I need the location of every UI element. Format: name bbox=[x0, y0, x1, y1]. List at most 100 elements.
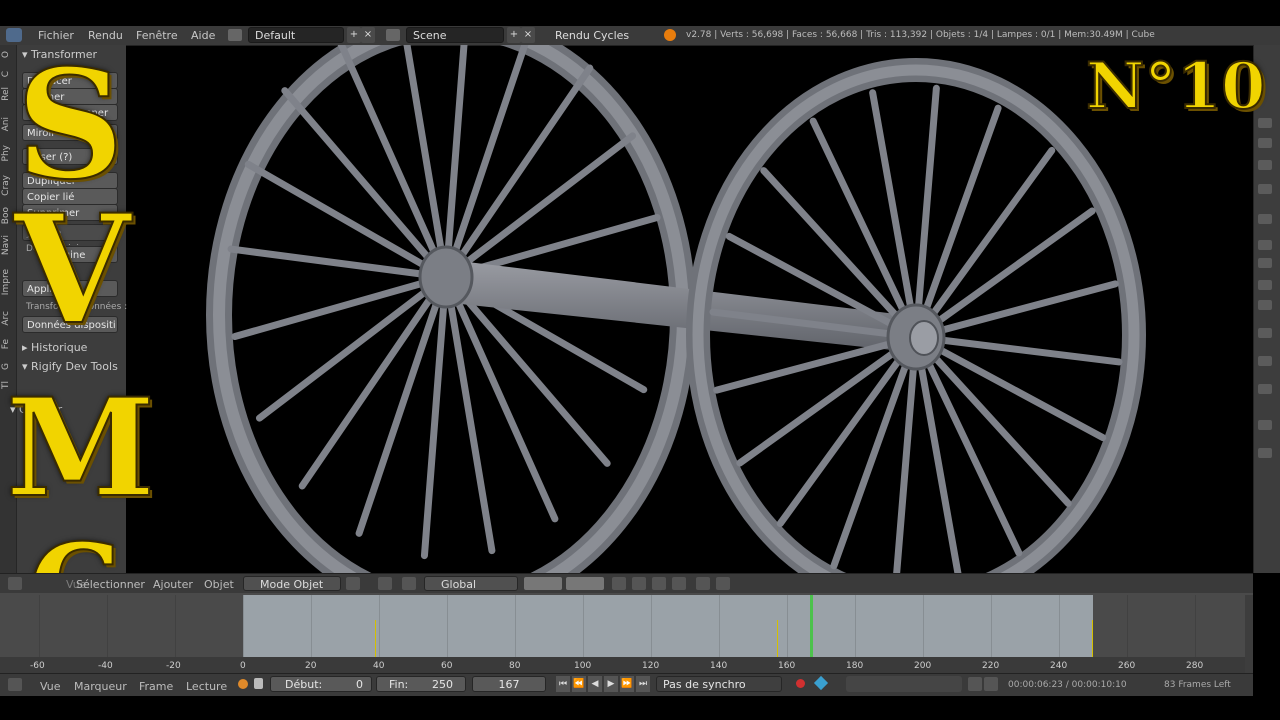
frame-range bbox=[243, 595, 1093, 658]
menu-ajouter[interactable]: Ajouter bbox=[153, 578, 193, 591]
snap-icon[interactable] bbox=[652, 577, 666, 590]
shading-icon[interactable] bbox=[346, 577, 360, 590]
frame-tick-label: 80 bbox=[509, 661, 521, 671]
frame-tick-label: 60 bbox=[441, 661, 453, 671]
shelf-icon-6[interactable] bbox=[1258, 240, 1272, 250]
jump-end-button[interactable]: ⏭ bbox=[636, 676, 650, 692]
remove-scene-button[interactable]: × bbox=[521, 27, 535, 43]
shelf-icon-11[interactable] bbox=[1258, 356, 1272, 366]
tab-create[interactable]: C bbox=[1, 71, 15, 77]
frame-tick-label: 220 bbox=[982, 661, 1000, 671]
manipulator-icon[interactable] bbox=[402, 577, 416, 590]
shelf-icon-5[interactable] bbox=[1258, 214, 1272, 224]
layout-selector[interactable]: Default bbox=[248, 27, 344, 43]
pivot-icon[interactable] bbox=[378, 577, 392, 590]
keying-icon[interactable] bbox=[238, 679, 248, 689]
insert-keyframe-icon[interactable] bbox=[968, 677, 982, 691]
remove-layout-button[interactable]: × bbox=[361, 27, 375, 43]
keyframe-marker bbox=[1092, 620, 1093, 658]
frame-tick-label: 160 bbox=[778, 661, 796, 671]
snap-target-icon[interactable] bbox=[672, 577, 686, 590]
render-engine-select[interactable]: Rendu Cycles bbox=[548, 27, 650, 43]
menu-frame[interactable]: Frame bbox=[139, 680, 173, 693]
start-frame-field[interactable]: Début: 0 bbox=[270, 676, 372, 692]
menu-aide[interactable]: Aide bbox=[191, 29, 215, 42]
record-icon[interactable] bbox=[796, 679, 805, 688]
frame-tick-label: 120 bbox=[642, 661, 660, 671]
shelf-icon-12[interactable] bbox=[1258, 384, 1272, 394]
frame-tick-label: -60 bbox=[30, 661, 45, 671]
tab-archimesh[interactable]: Arc bbox=[1, 311, 15, 326]
add-layout-button[interactable]: + bbox=[347, 27, 361, 43]
left-hub[interactable] bbox=[418, 245, 474, 309]
menu-lecture[interactable]: Lecture bbox=[186, 680, 227, 693]
timeline-gridline bbox=[719, 595, 720, 658]
timeline-gridline bbox=[311, 595, 312, 658]
shelf-icon-13[interactable] bbox=[1258, 420, 1272, 430]
play-button[interactable]: ▶ bbox=[604, 676, 618, 692]
shelf-icon-2[interactable] bbox=[1258, 138, 1272, 148]
tab-object[interactable]: O bbox=[1, 51, 15, 58]
tab-animation[interactable]: Ani bbox=[1, 117, 15, 131]
delete-keyframe-icon[interactable] bbox=[984, 677, 998, 691]
timeline-gridline bbox=[107, 595, 108, 658]
3d-viewport[interactable] bbox=[126, 45, 1253, 573]
tab-booleans[interactable]: Boo bbox=[1, 207, 15, 224]
shelf-icon-7[interactable] bbox=[1258, 258, 1272, 268]
editor-type-icon[interactable] bbox=[8, 577, 22, 590]
menu-marqueur[interactable]: Marqueur bbox=[74, 680, 127, 693]
menu-fenetre[interactable]: Fenêtre bbox=[136, 29, 178, 42]
scene-icon[interactable] bbox=[386, 29, 400, 41]
tab-navigation[interactable]: Navi bbox=[1, 235, 15, 255]
shelf-icon-8[interactable] bbox=[1258, 280, 1272, 290]
playhead[interactable] bbox=[809, 595, 813, 658]
frame-tick-label: 280 bbox=[1186, 661, 1204, 671]
proportional-edit-icon[interactable] bbox=[632, 577, 646, 590]
layers-grid-2[interactable] bbox=[566, 577, 604, 590]
frame-tick-label: 100 bbox=[574, 661, 592, 671]
shelf-icon-3[interactable] bbox=[1258, 160, 1272, 170]
play-reverse-button[interactable]: ◀ bbox=[588, 676, 602, 692]
scene-selector[interactable]: Scene bbox=[406, 27, 504, 43]
orientation-select[interactable]: Global bbox=[424, 576, 518, 591]
lock-icon[interactable] bbox=[254, 678, 263, 689]
mode-select[interactable]: Mode Objet bbox=[243, 576, 341, 591]
timeline-gridline bbox=[1127, 595, 1128, 658]
render-layers-icon[interactable] bbox=[612, 577, 626, 590]
menu-selectionner[interactable]: Sélectionner bbox=[76, 578, 145, 591]
timeline-scrollbar[interactable] bbox=[1245, 595, 1253, 673]
current-frame-field[interactable]: 167 bbox=[472, 676, 546, 692]
prev-keyframe-button[interactable]: ⏪ bbox=[572, 676, 586, 692]
info-header: Fichier Rendu Fenêtre Aide Default + × S… bbox=[0, 26, 1280, 46]
end-frame-label: Fin: bbox=[389, 678, 409, 691]
overlay-letter-v: V bbox=[13, 182, 131, 358]
layers-grid-1[interactable] bbox=[524, 577, 562, 590]
camera-render-icon[interactable] bbox=[716, 577, 730, 590]
shelf-icon-4[interactable] bbox=[1258, 184, 1272, 194]
add-scene-button[interactable]: + bbox=[507, 27, 521, 43]
timeline-gridline bbox=[39, 595, 40, 658]
tab-print3d[interactable]: Impre bbox=[1, 269, 15, 295]
frame-tick-label: 40 bbox=[373, 661, 385, 671]
tab-relations[interactable]: Rel bbox=[1, 87, 15, 101]
jump-start-button[interactable]: ⏮ bbox=[556, 676, 570, 692]
menu-timeline-vue[interactable]: Vue bbox=[40, 680, 61, 693]
tab-grease-pencil[interactable]: Cray bbox=[1, 175, 15, 196]
opengl-render-icon[interactable] bbox=[696, 577, 710, 590]
shelf-icon-9[interactable] bbox=[1258, 300, 1272, 310]
layout-grid-icon[interactable] bbox=[228, 29, 242, 41]
timeline-gridline bbox=[447, 595, 448, 658]
tab-fe[interactable]: Fe bbox=[1, 339, 15, 349]
menu-objet[interactable]: Objet bbox=[204, 578, 234, 591]
spoke bbox=[776, 351, 907, 528]
shelf-icon-14[interactable] bbox=[1258, 448, 1272, 458]
frame-tick-label: 20 bbox=[305, 661, 317, 671]
end-frame-field[interactable]: Fin: 250 bbox=[376, 676, 466, 692]
spoke bbox=[457, 289, 611, 467]
sync-mode-select[interactable]: Pas de synchro bbox=[656, 676, 782, 692]
shelf-icon-10[interactable] bbox=[1258, 328, 1272, 338]
keying-set-select[interactable] bbox=[846, 676, 962, 692]
timeline-editor-icon[interactable] bbox=[8, 678, 22, 691]
tab-physics[interactable]: Phy bbox=[1, 145, 15, 161]
next-keyframe-button[interactable]: ⏩ bbox=[620, 676, 634, 692]
